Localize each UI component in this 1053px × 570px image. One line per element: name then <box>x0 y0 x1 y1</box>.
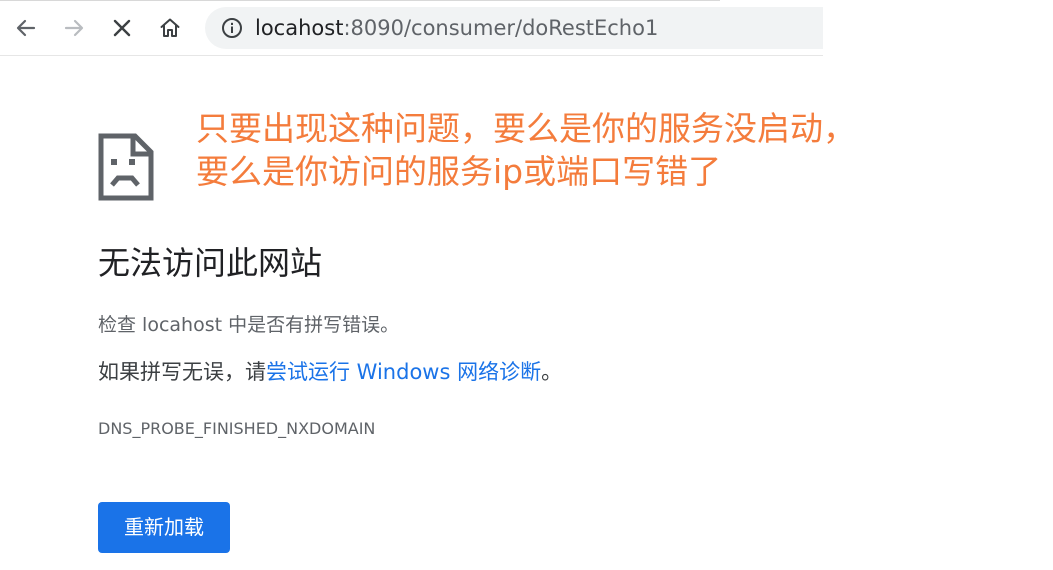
reload-button[interactable]: 重新加载 <box>98 502 230 553</box>
suggestion-suffix: 。 <box>541 360 563 384</box>
annotation-line-2: 要么是你访问的服务ip或端口写错了 <box>196 152 722 191</box>
address-bar[interactable]: locahost:8090/consumer/doRestEcho1 <box>205 7 823 49</box>
url-path: :8090/consumer/doRestEcho1 <box>343 16 659 40</box>
spelling-hint: 检查 locahost 中是否有拼写错误。 <box>98 314 400 336</box>
home-icon <box>160 18 180 37</box>
suggestion-prefix: 如果拼写无误，请 <box>98 360 266 384</box>
info-icon[interactable] <box>221 17 243 39</box>
browser-toolbar: locahost:8090/consumer/doRestEcho1 <box>0 0 823 56</box>
error-heading: 无法访问此网站 <box>98 244 323 282</box>
annotation-line-1: 只要出现这种问题，要么是你的服务没启动， <box>196 109 856 148</box>
toolbar-top-border <box>0 0 720 1</box>
browser-window: locahost:8090/consumer/doRestEcho1 只要出现这… <box>0 0 1053 570</box>
close-icon <box>113 19 131 37</box>
arrow-left-icon <box>16 19 36 37</box>
arrow-right-icon <box>64 19 84 37</box>
back-button[interactable] <box>11 13 41 43</box>
broken-page-icon <box>98 133 154 201</box>
url-host: locahost <box>255 16 344 40</box>
stop-button[interactable] <box>107 13 137 43</box>
annotation-note: 只要出现这种问题，要么是你的服务没启动， 要么是你访问的服务ip或端口写错了 <box>196 107 856 193</box>
home-button[interactable] <box>155 13 185 43</box>
diagnostics-suggestion: 如果拼写无误，请尝试运行 Windows 网络诊断。 <box>98 357 562 387</box>
network-diagnostics-link[interactable]: 尝试运行 Windows 网络诊断 <box>266 360 541 384</box>
forward-button[interactable] <box>59 13 89 43</box>
url-text[interactable]: locahost:8090/consumer/doRestEcho1 <box>255 16 658 40</box>
error-code: DNS_PROBE_FINISHED_NXDOMAIN <box>98 419 376 438</box>
